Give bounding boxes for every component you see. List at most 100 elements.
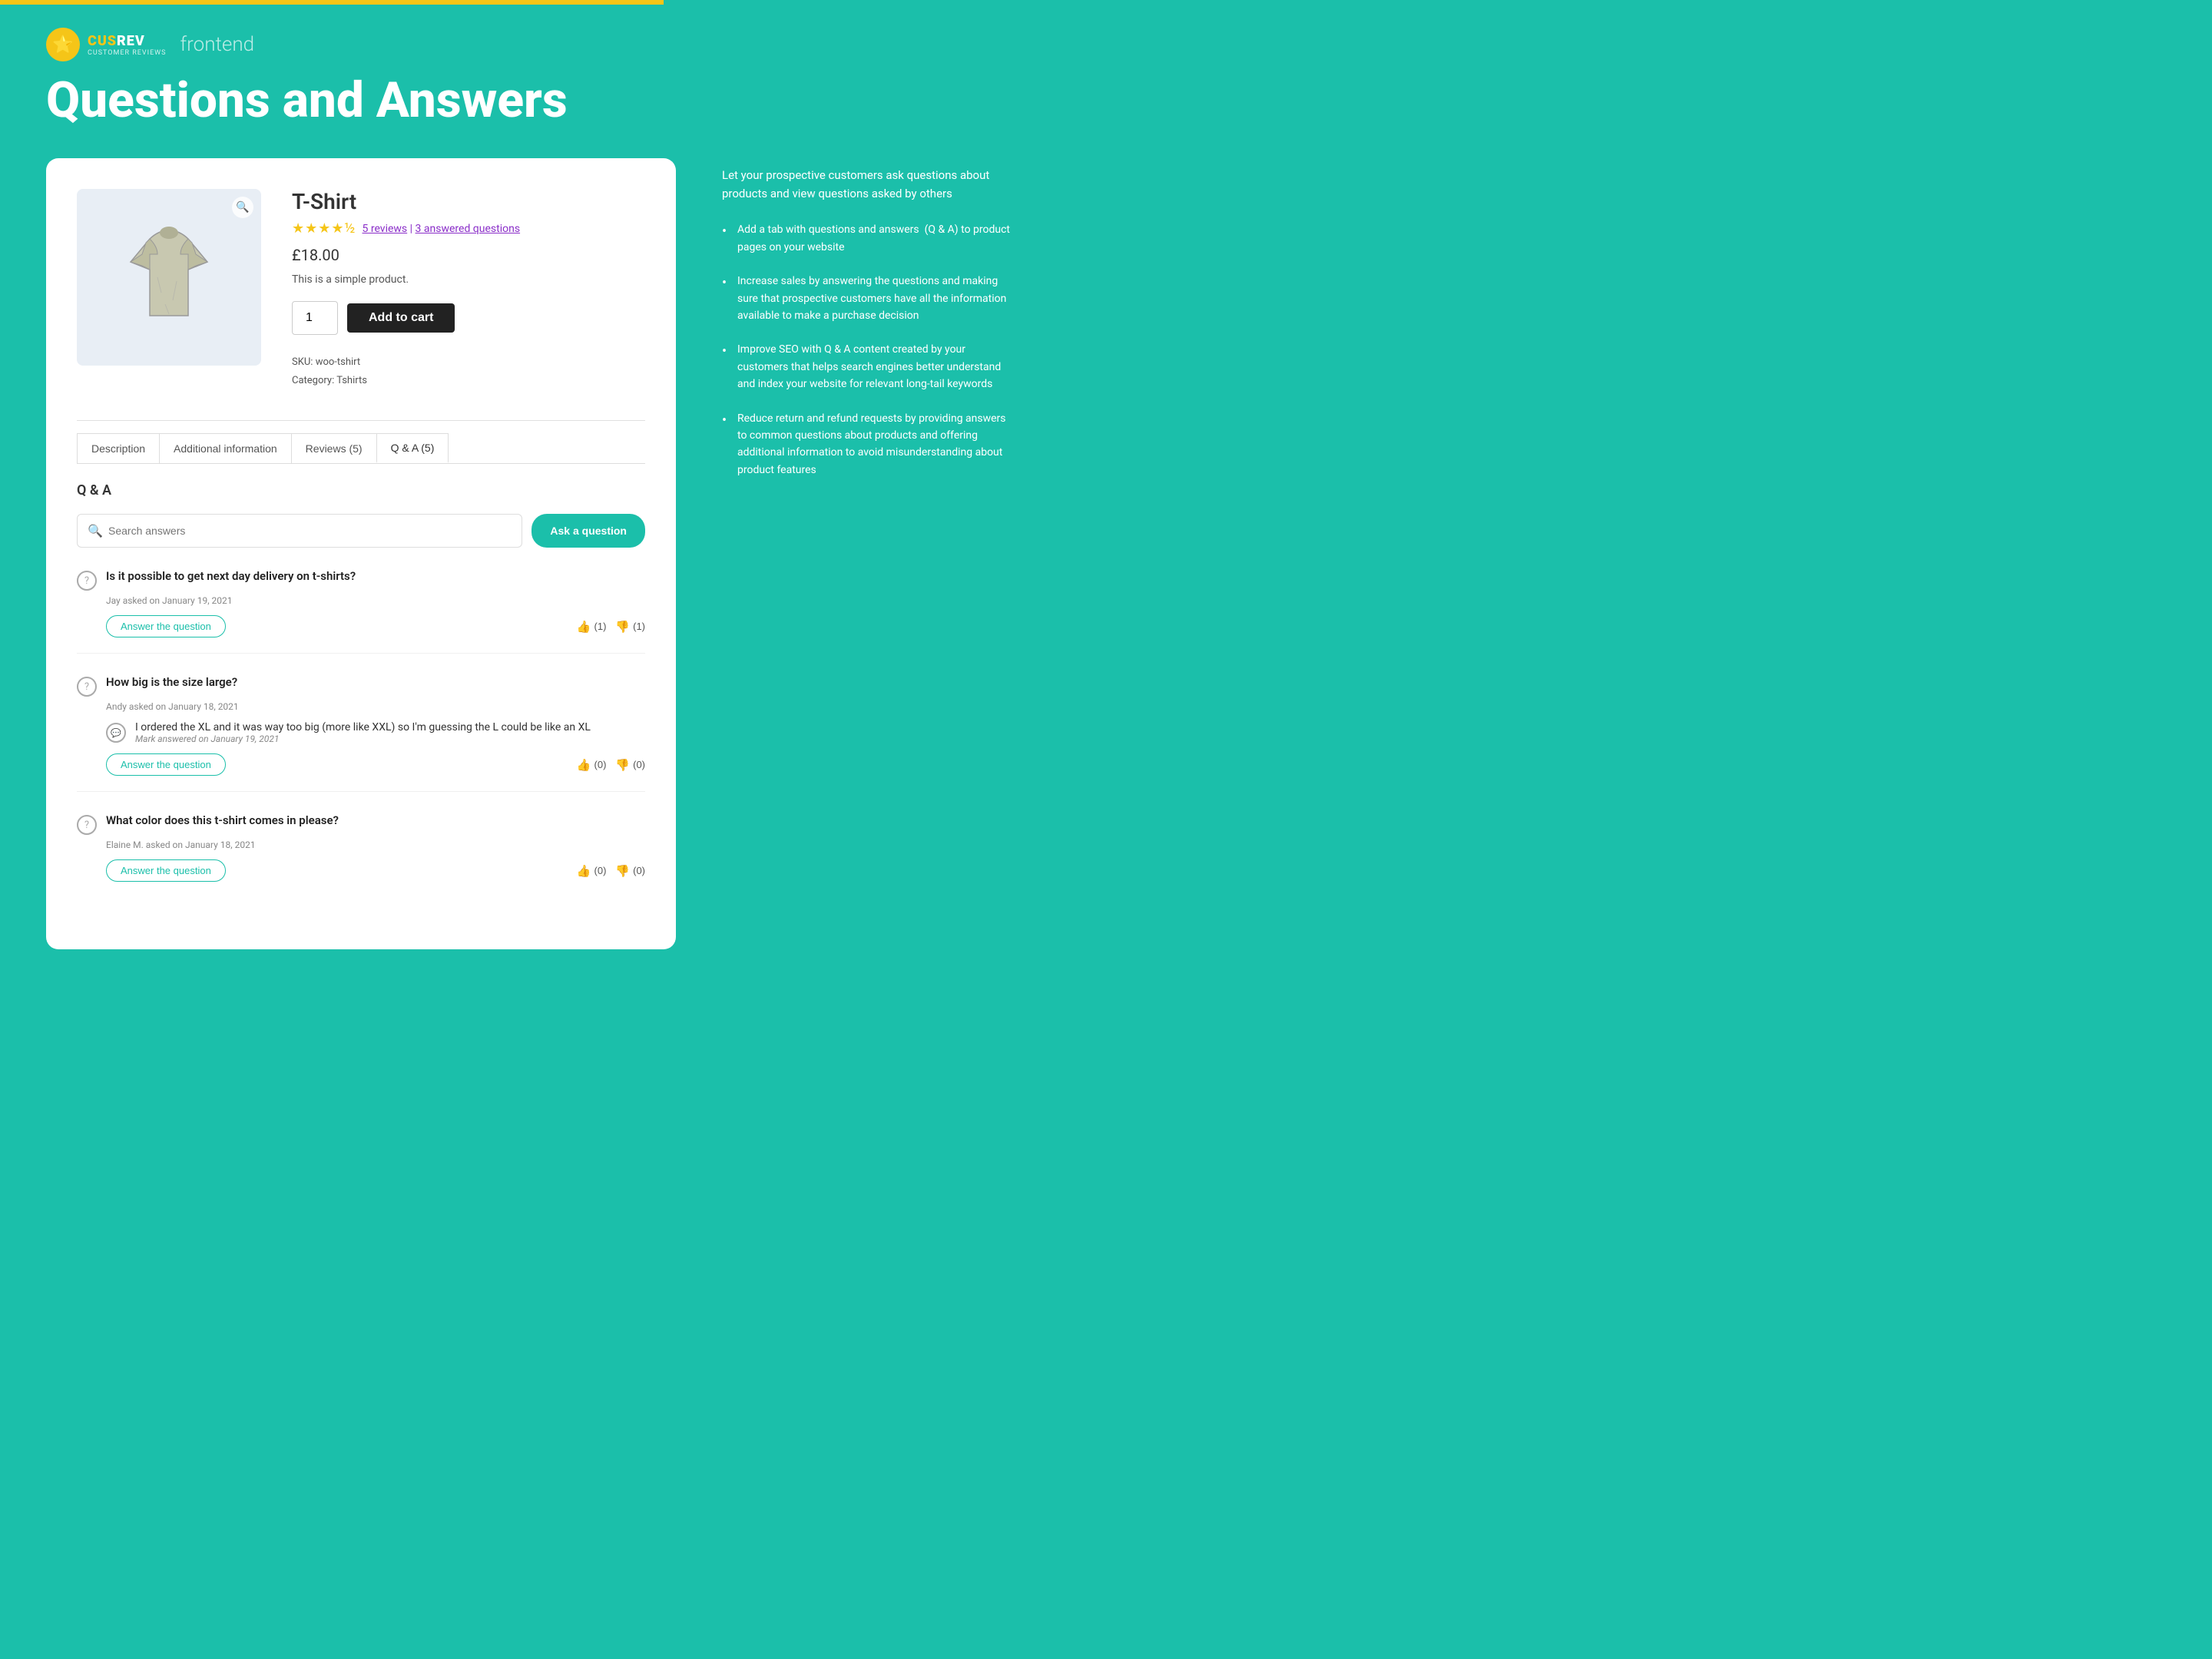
thumbs-up-icon-1: 👍 <box>577 620 591 634</box>
sidebar-list: Add a tab with questions and answers (Q … <box>722 221 1014 478</box>
add-to-cart-button[interactable]: Add to cart <box>347 303 455 333</box>
thumbs-up-icon-3: 👍 <box>577 864 591 878</box>
logo-rev: REV <box>117 33 145 49</box>
product-title: T-Shirt <box>292 189 645 214</box>
search-row: 🔍 Ask a question <box>77 514 645 548</box>
question-row-2: ? How big is the size large? <box>77 675 645 697</box>
qa-item-3: ? What color does this t-shirt comes in … <box>77 813 645 897</box>
question-meta-2: Andy asked on January 18, 2021 <box>106 701 645 712</box>
vote-row-1: 👍 (1) 👎 (1) <box>577 620 645 634</box>
question-row-3: ? What color does this t-shirt comes in … <box>77 813 645 835</box>
sidebar-bullet-2: Increase sales by answering the question… <box>722 273 1014 324</box>
upvote-button-3[interactable]: 👍 (0) <box>577 864 607 878</box>
category-row: Category: Tshirts <box>292 372 645 389</box>
divider: | <box>410 223 416 235</box>
add-to-cart-row: Add to cart <box>292 301 645 335</box>
question-row-1: ? Is it possible to get next day deliver… <box>77 569 645 591</box>
product-image: 🔍 <box>77 189 261 366</box>
qa-actions-2: Answer the question 👍 (0) 👎 (0) <box>106 753 645 776</box>
upvote-button-2[interactable]: 👍 (0) <box>577 758 607 772</box>
question-meta-3: Elaine M. asked on January 18, 2021 <box>106 839 645 850</box>
search-wrap: 🔍 <box>77 514 522 548</box>
stars-row: ★★★★½ 5 reviews | 3 answered questions <box>292 220 645 237</box>
zoom-icon[interactable]: 🔍 <box>232 197 253 218</box>
downvote-count-1: (1) <box>633 621 645 632</box>
answer-question-button-3[interactable]: Answer the question <box>106 859 226 882</box>
thumbs-up-icon-2: 👍 <box>577 758 591 772</box>
thumbs-down-icon-3: 👎 <box>615 864 630 878</box>
answered-questions-link[interactable]: 3 answered questions <box>416 223 521 235</box>
logo-name: CUSREV <box>88 33 167 49</box>
downvote-button-3[interactable]: 👎 (0) <box>615 864 645 878</box>
upvote-button-1[interactable]: 👍 (1) <box>577 620 607 634</box>
reviews-link[interactable]: 5 reviews <box>363 223 408 235</box>
vote-row-3: 👍 (0) 👎 (0) <box>577 864 645 878</box>
question-meta-1: Jay asked on January 19, 2021 <box>106 595 645 606</box>
downvote-button-2[interactable]: 👎 (0) <box>615 758 645 772</box>
sidebar-bullet-1: Add a tab with questions and answers (Q … <box>722 221 1014 256</box>
thumbs-down-icon-2: 👎 <box>615 758 630 772</box>
answer-question-button-2[interactable]: Answer the question <box>106 753 226 776</box>
downvote-count-3: (0) <box>633 865 645 876</box>
ask-question-button[interactable]: Ask a question <box>531 514 645 548</box>
tabs-section: Description Additional information Revie… <box>77 420 645 897</box>
sku-label: SKU: <box>292 356 313 368</box>
downvote-count-2: (0) <box>633 759 645 770</box>
sidebar: Let your prospective customers ask quest… <box>722 158 1014 495</box>
question-icon-3: ? <box>77 815 97 835</box>
qa-item-2: ? How big is the size large? Andy asked … <box>77 675 645 792</box>
logo-area: ⭐ CUSREV CUSTOMER REVIEWS frontend <box>46 28 2166 61</box>
logo-text-area: CUSREV CUSTOMER REVIEWS <box>88 33 167 57</box>
question-text-2: How big is the size large? <box>106 675 237 689</box>
product-meta: SKU: woo-tshirt Category: Tshirts <box>292 353 645 389</box>
qa-content: Q & A 🔍 Ask a question ? Is it possible … <box>77 482 645 897</box>
category-label: Category: <box>292 375 334 386</box>
product-top: 🔍 T-Shirt ★★★★½ 5 <box>77 189 645 389</box>
question-text-1: Is it possible to get next day delivery … <box>106 569 356 583</box>
product-info: T-Shirt ★★★★½ 5 reviews | 3 answered que… <box>292 189 645 389</box>
question-text-3: What color does this t-shirt comes in pl… <box>106 813 339 827</box>
search-input[interactable] <box>77 514 522 548</box>
qa-actions-3: Answer the question 👍 (0) 👎 (0) <box>106 859 645 882</box>
product-card: 🔍 T-Shirt ★★★★½ 5 <box>46 158 676 949</box>
tab-description[interactable]: Description <box>77 433 160 463</box>
answer-meta-2: Mark answered on January 19, 2021 <box>135 733 591 744</box>
tab-qa[interactable]: Q & A (5) <box>376 433 449 463</box>
answer-text-2: I ordered the XL and it was way too big … <box>135 721 591 733</box>
main-layout: 🔍 T-Shirt ★★★★½ 5 <box>0 158 2212 995</box>
tshirt-svg <box>108 216 230 339</box>
review-links: 5 reviews | 3 answered questions <box>363 223 521 235</box>
tabs-row: Description Additional information Revie… <box>77 433 645 464</box>
logo-sub: CUSTOMER REVIEWS <box>88 49 167 57</box>
search-icon: 🔍 <box>88 524 103 538</box>
answer-row-2: 💬 I ordered the XL and it was way too bi… <box>106 721 645 744</box>
vote-row-2: 👍 (0) 👎 (0) <box>577 758 645 772</box>
tab-reviews[interactable]: Reviews (5) <box>291 433 377 463</box>
sidebar-bullet-4: Reduce return and refund requests by pro… <box>722 410 1014 479</box>
stars: ★★★★½ <box>292 220 356 237</box>
upvote-count-1: (1) <box>594 621 607 632</box>
qa-item-1: ? Is it possible to get next day deliver… <box>77 569 645 654</box>
logo-badge: ⭐ <box>46 28 80 61</box>
sidebar-bullet-3: Improve SEO with Q & A content created b… <box>722 341 1014 392</box>
thumbs-down-icon-1: 👎 <box>615 620 630 634</box>
answer-icon-2: 💬 <box>106 723 126 743</box>
answer-question-button-1[interactable]: Answer the question <box>106 615 226 637</box>
category-value: Tshirts <box>336 375 367 386</box>
upvote-count-3: (0) <box>594 865 607 876</box>
quantity-input[interactable] <box>292 301 338 335</box>
header: ⭐ CUSREV CUSTOMER REVIEWS frontend Quest… <box>0 5 2212 158</box>
product-description: This is a simple product. <box>292 273 645 286</box>
downvote-button-1[interactable]: 👎 (1) <box>615 620 645 634</box>
answer-content-2: I ordered the XL and it was way too big … <box>135 721 591 744</box>
product-price: £18.00 <box>292 246 645 264</box>
sku-row: SKU: woo-tshirt <box>292 353 645 371</box>
sku-value: woo-tshirt <box>316 356 360 368</box>
logo-cus: CUS <box>88 33 117 49</box>
tab-additional-information[interactable]: Additional information <box>159 433 292 463</box>
question-icon-2: ? <box>77 677 97 697</box>
sidebar-intro: Let your prospective customers ask quest… <box>722 166 1014 203</box>
upvote-count-2: (0) <box>594 759 607 770</box>
question-icon-1: ? <box>77 571 97 591</box>
qa-actions-1: Answer the question 👍 (1) 👎 (1) <box>106 615 645 637</box>
